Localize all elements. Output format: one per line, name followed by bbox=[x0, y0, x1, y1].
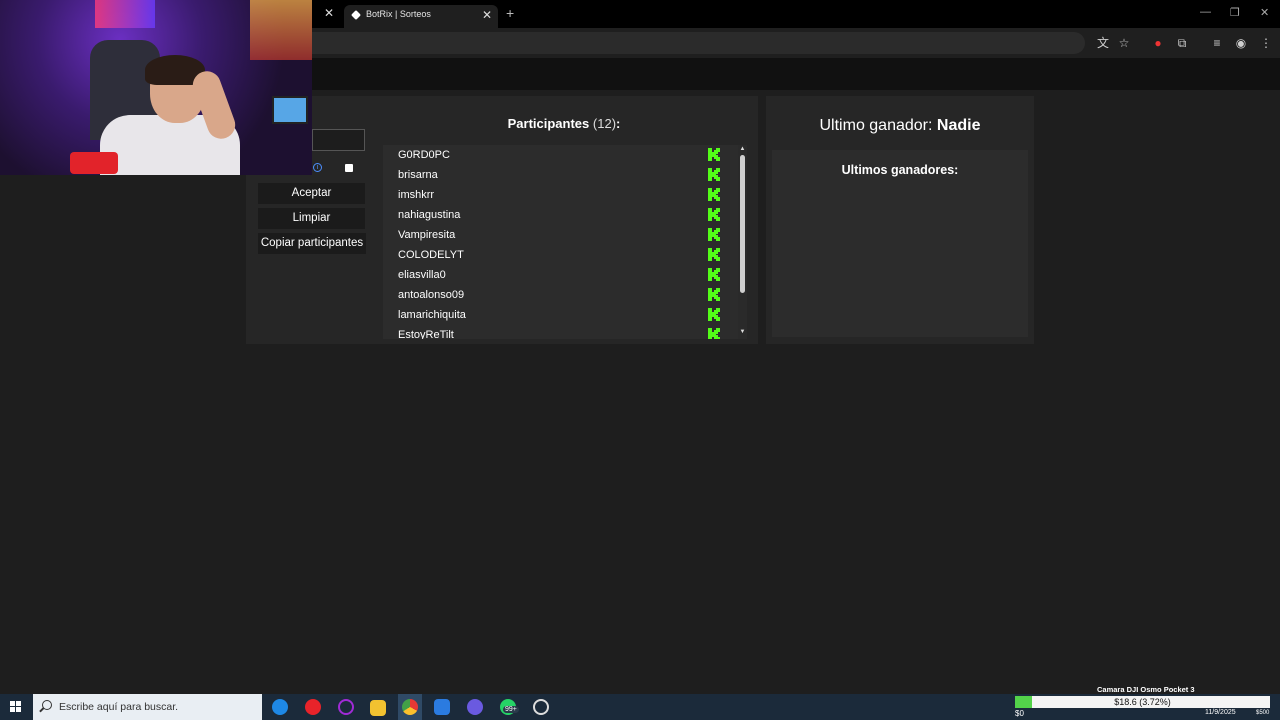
donation-goal-min: $0 bbox=[1015, 709, 1024, 718]
search-placeholder: Escribe aquí para buscar. bbox=[59, 701, 179, 713]
participants-title-label: Participantes bbox=[507, 116, 590, 131]
list-item: COLODELYT bbox=[398, 249, 464, 261]
participants-count: (12) bbox=[592, 116, 617, 131]
windows-start-icon[interactable] bbox=[10, 701, 22, 713]
kick-icon bbox=[708, 328, 720, 339]
extensions-puzzle-icon[interactable]: ⧉ bbox=[1175, 36, 1189, 50]
kick-icon bbox=[708, 268, 720, 281]
list-item: brisarna bbox=[398, 169, 438, 181]
last-winner-label: Ultimo ganador: bbox=[819, 117, 933, 134]
opera-icon[interactable] bbox=[305, 699, 321, 715]
donation-goal-text: $18.6 (3.72%) bbox=[1114, 697, 1171, 707]
last-winner-heading: Ultimo ganador: Nadie bbox=[766, 117, 1034, 135]
kick-icon bbox=[708, 188, 720, 201]
donation-goal-bar: $18.6 (3.72%) bbox=[1015, 696, 1270, 708]
accept-button[interactable]: Aceptar bbox=[258, 183, 365, 204]
list-item: antoalonso09 bbox=[398, 289, 465, 301]
kick-icon bbox=[708, 168, 720, 181]
store-icon[interactable] bbox=[434, 699, 450, 715]
previous-tab-close-icon[interactable]: ✕ bbox=[322, 6, 336, 20]
scroll-up-icon[interactable]: ▲ bbox=[738, 146, 747, 152]
scroll-thumb[interactable] bbox=[740, 155, 745, 293]
translate-icon[interactable]: 文 bbox=[1096, 36, 1110, 50]
list-item: nahiagustina bbox=[398, 209, 461, 221]
restore-icon[interactable]: ❐ bbox=[1230, 6, 1240, 19]
recent-winners-box: Ultimos ganadores: bbox=[772, 150, 1028, 337]
profile-avatar-icon[interactable]: ◉ bbox=[1234, 36, 1248, 50]
obs-icon[interactable] bbox=[533, 699, 549, 715]
media-queue-icon[interactable]: ≡ bbox=[1210, 36, 1224, 50]
info-icon[interactable]: i bbox=[313, 163, 322, 172]
new-tab-icon[interactable]: + bbox=[506, 5, 514, 21]
list-item: eliasvilla0 bbox=[398, 269, 446, 281]
kick-icon bbox=[708, 308, 720, 321]
list-item: Vampiresita bbox=[398, 229, 456, 241]
keyword-input[interactable] bbox=[312, 129, 365, 151]
webcam-background-monitor bbox=[272, 96, 308, 124]
address-bar[interactable] bbox=[290, 32, 1085, 54]
donation-goal-max: $500 bbox=[1256, 710, 1270, 716]
tab-close-icon[interactable]: ✕ bbox=[482, 8, 492, 22]
participants-list[interactable]: G0RD0PC brisarna imshkrr nahiagustina Vampir… bbox=[383, 145, 738, 339]
webcam-poster-right bbox=[250, 0, 312, 60]
tab-title: BotRix | Sorteos bbox=[366, 9, 431, 19]
copy-participants-button[interactable]: Copiar participantes bbox=[258, 233, 366, 254]
bookmark-star-icon[interactable]: ☆ bbox=[1117, 36, 1131, 50]
camera-label: Camara DJI Osmo Pocket 3 bbox=[1097, 685, 1195, 694]
recent-winners-title: Ultimos ganadores: bbox=[841, 163, 959, 177]
list-item: imshkrr bbox=[398, 189, 435, 201]
discord-icon[interactable] bbox=[467, 699, 483, 715]
tab-botrix-sorteos[interactable]: BotRix | Sorteos ✕ bbox=[344, 5, 498, 28]
webcam-poster bbox=[95, 0, 155, 28]
botrix-favicon-icon bbox=[351, 10, 361, 20]
whatsapp-badge: 99+ bbox=[503, 706, 519, 713]
file-explorer-icon[interactable] bbox=[370, 700, 386, 716]
option-checkbox[interactable] bbox=[345, 164, 353, 172]
webcam-red-object bbox=[70, 152, 118, 174]
list-item: lamarichiquita bbox=[398, 309, 466, 321]
extension-red-icon[interactable]: ● bbox=[1151, 36, 1165, 50]
kick-icon bbox=[708, 288, 720, 301]
list-item: EstoyReTilt bbox=[398, 329, 454, 339]
window-close-icon[interactable]: ✕ bbox=[1260, 6, 1269, 19]
scroll-down-icon[interactable]: ▼ bbox=[738, 329, 747, 335]
participants-title-colon: : bbox=[616, 116, 621, 131]
screen: ✕ BotRix | Sorteos ✕ + — ❐ ✕ 文 ☆ ● ⧉ ≡ ◉… bbox=[0, 0, 1280, 720]
participants-scrollbar[interactable]: ▲ ▼ bbox=[738, 145, 747, 339]
search-icon bbox=[42, 700, 52, 710]
kick-icon bbox=[708, 148, 720, 161]
taskbar-date: 11/9/2025 bbox=[1205, 709, 1236, 716]
browser-menu-icon[interactable]: ⋮ bbox=[1259, 36, 1273, 50]
minimize-icon[interactable]: — bbox=[1200, 6, 1211, 18]
edge-icon[interactable] bbox=[272, 699, 288, 715]
last-winner-name: Nadie bbox=[936, 117, 981, 134]
participants-title: Participantes (12): bbox=[383, 116, 745, 131]
kick-icon bbox=[708, 228, 720, 241]
list-item: G0RD0PC bbox=[398, 149, 450, 161]
chrome-icon[interactable] bbox=[402, 699, 418, 715]
kick-icon bbox=[708, 248, 720, 261]
webcam-overlay bbox=[0, 0, 312, 175]
kick-icon bbox=[708, 208, 720, 221]
opera-gx-icon[interactable] bbox=[338, 699, 354, 715]
clear-button[interactable]: Limpiar bbox=[258, 208, 365, 229]
taskbar-search[interactable]: Escribe aquí para buscar. bbox=[33, 694, 262, 720]
